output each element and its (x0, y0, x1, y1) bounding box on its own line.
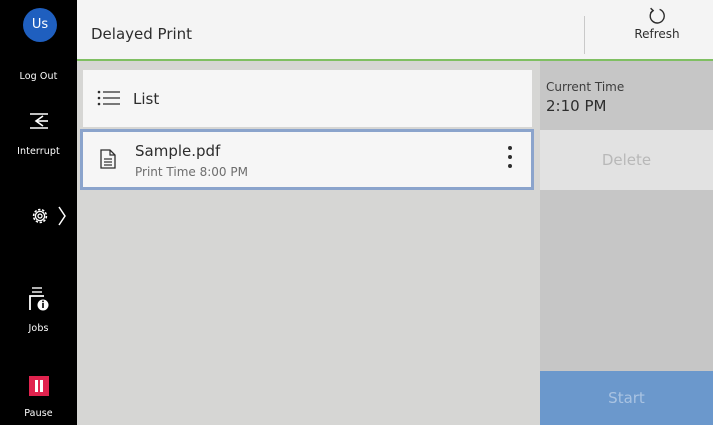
refresh-icon (649, 7, 665, 24)
current-time-label: Current Time (546, 80, 625, 94)
pause-button[interactable]: Pause (0, 370, 77, 425)
device-settings-button[interactable] (0, 203, 77, 233)
header: Delayed Print Refresh (77, 0, 713, 61)
interrupt-icon (29, 113, 48, 129)
chevron-right-icon (58, 206, 66, 226)
current-time-value: 2:10 PM (546, 97, 607, 115)
interrupt-button[interactable]: Interrupt (0, 110, 77, 170)
jobs-label: Jobs (28, 323, 49, 334)
logout-label: Log Out (19, 71, 58, 82)
list-icon (97, 90, 120, 106)
jobs-button[interactable]: Jobs (0, 286, 77, 336)
jobs-icon (28, 287, 48, 311)
job-list-area: List Sample.pdf Print Time 8:00 PM (77, 61, 540, 425)
list-label: List (133, 90, 160, 108)
start-button[interactable]: Start (540, 371, 713, 425)
list-view-toggle[interactable]: List (83, 70, 532, 127)
refresh-label: Refresh (634, 27, 680, 41)
gear-icon (32, 208, 48, 224)
delete-button[interactable]: Delete (540, 130, 713, 190)
kebab-menu-icon[interactable] (505, 146, 515, 172)
user-avatar: Us (23, 8, 57, 42)
refresh-button[interactable]: Refresh (622, 6, 692, 41)
logout-button[interactable]: Us Log Out (0, 0, 77, 92)
interrupt-label: Interrupt (17, 146, 60, 157)
document-icon (100, 149, 116, 169)
file-name: Sample.pdf (135, 142, 221, 160)
header-divider (584, 16, 585, 54)
print-time: Print Time 8:00 PM (135, 165, 248, 179)
pause-icon (29, 376, 49, 396)
pause-label: Pause (24, 408, 53, 419)
right-panel: Current Time 2:10 PM Delete Start (540, 61, 713, 425)
list-item[interactable]: Sample.pdf Print Time 8:00 PM (80, 129, 534, 190)
sidebar: Us Log Out Interrupt Jobs Pause (0, 0, 77, 425)
page-title: Delayed Print (91, 25, 193, 43)
